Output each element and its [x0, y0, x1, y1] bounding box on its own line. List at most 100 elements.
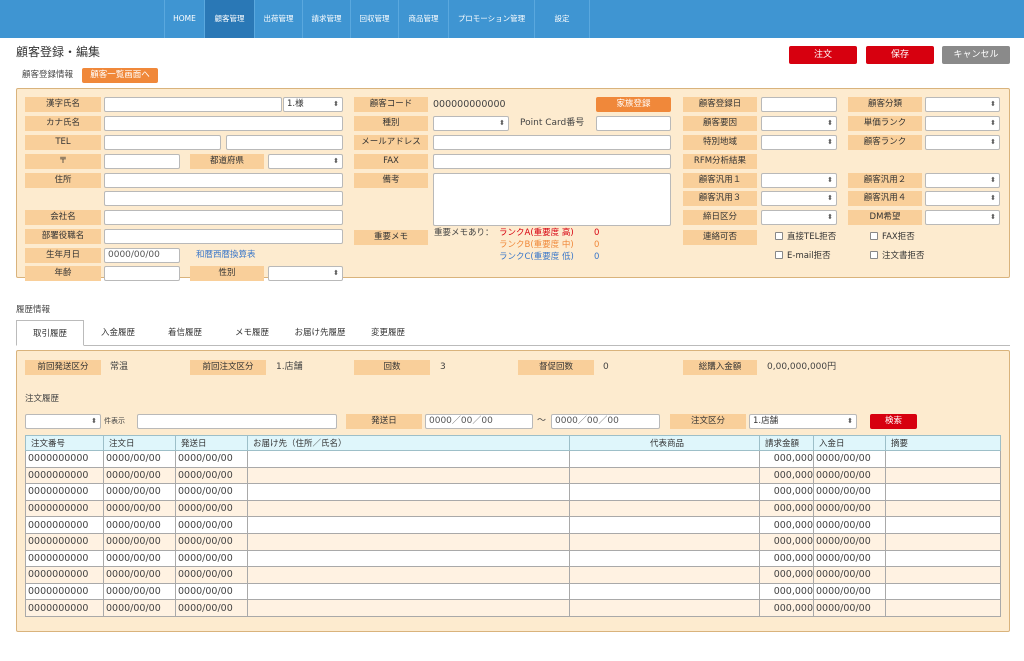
table-cell: 0000/00/00 — [175, 566, 248, 584]
checkbox-icon[interactable] — [870, 251, 878, 259]
kana-name-input[interactable] — [104, 116, 343, 131]
reminder-value: 0 — [603, 362, 609, 372]
tab-delivery[interactable]: お届け先履歴 — [287, 320, 353, 346]
tel-input-1[interactable] — [104, 135, 221, 150]
table-row[interactable]: 0000000000 0000/00/00 0000/00/00 000,000 000… — [25, 516, 1001, 534]
order-kind-select[interactable]: 1.店舗 ⬍ — [749, 414, 857, 429]
department-input[interactable] — [104, 229, 343, 244]
chk-fax[interactable]: FAX拒否 — [870, 231, 915, 244]
table-cell — [885, 566, 1001, 584]
general2-select[interactable]: ⬍ — [925, 173, 1000, 188]
col-ship-date[interactable]: 発送日 — [175, 435, 248, 451]
company-input[interactable] — [104, 210, 343, 225]
table-row[interactable]: 0000000000 0000/00/00 0000/00/00 000,000 000… — [25, 549, 1001, 568]
col-remarks[interactable]: 摘要 — [885, 435, 1001, 451]
tab-changes[interactable]: 変更履歴 — [358, 320, 418, 346]
factor-select[interactable]: ⬍ — [761, 116, 837, 131]
age-input[interactable] — [104, 266, 180, 281]
select-arrow-icon: ⬍ — [990, 194, 996, 202]
prefecture-select[interactable]: ⬍ — [268, 154, 343, 169]
col-payment-date[interactable]: 入金日 — [813, 435, 886, 451]
table-cell: 0000/00/00 — [813, 466, 886, 485]
fax-input[interactable] — [433, 154, 671, 169]
table-cell — [885, 599, 1001, 617]
general1-select[interactable]: ⬍ — [761, 173, 837, 188]
rank-a-text[interactable]: ランクA(重要度 高) — [499, 227, 574, 239]
dm-select[interactable]: ⬍ — [925, 210, 1000, 225]
col-order-no[interactable]: 注文番号 — [25, 435, 104, 451]
general4-select[interactable]: ⬍ — [925, 191, 1000, 206]
rank-c-text[interactable]: ランクC(重要度 低) — [499, 251, 574, 263]
search-button[interactable]: 検索 — [870, 414, 917, 429]
tab-payments[interactable]: 入金履歴 — [88, 320, 148, 346]
date-to-input[interactable]: 0000／00／00 — [551, 414, 660, 429]
type-select[interactable]: ⬍ — [433, 116, 509, 131]
nav-collection[interactable]: 回収管理 — [350, 0, 398, 38]
closing-select[interactable]: ⬍ — [761, 210, 837, 225]
nav-settings[interactable]: 設定 — [534, 0, 590, 38]
checkbox-icon[interactable] — [870, 232, 878, 240]
special-area-select[interactable]: ⬍ — [761, 135, 837, 150]
table-cell — [885, 466, 1001, 485]
tab-transactions[interactable]: 取引履歴 — [16, 320, 84, 346]
per-page-select[interactable]: ⬍ — [25, 414, 101, 429]
chk-direct-tel[interactable]: 直接TEL拒否 — [775, 231, 836, 244]
date-from-input[interactable]: 0000／00／00 — [425, 414, 533, 429]
cancel-button[interactable]: キャンセル — [942, 46, 1010, 64]
birthdate-input[interactable]: 0000/00/00 — [104, 248, 180, 263]
customer-rank-select[interactable]: ⬍ — [925, 135, 1000, 150]
chk-email[interactable]: E-mail拒否 — [775, 250, 831, 263]
category-select[interactable]: ⬍ — [925, 97, 1000, 112]
rank-b-text[interactable]: ランクB(重要度 中) — [499, 239, 574, 251]
tab-calls[interactable]: 着信履歴 — [155, 320, 215, 346]
nav-shipping[interactable]: 出荷管理 — [254, 0, 302, 38]
general3-select[interactable]: ⬍ — [761, 191, 837, 206]
rfm-label: RFM分析結果 — [683, 154, 757, 169]
table-row[interactable]: 0000000000 0000/00/00 0000/00/00 000,000 000… — [25, 599, 1001, 617]
checkbox-icon[interactable] — [775, 251, 783, 259]
address-input-2[interactable] — [104, 191, 343, 206]
table-row[interactable]: 0000000000 0000/00/00 0000/00/00 000,000 000… — [25, 483, 1001, 501]
tel-input-2[interactable] — [226, 135, 343, 150]
email-input[interactable] — [433, 135, 671, 150]
nav-home[interactable]: HOME — [164, 0, 204, 38]
honorific-select[interactable]: 1.様 ⬍ — [283, 97, 343, 112]
family-register-button[interactable]: 家族登録 — [596, 97, 671, 112]
table-row[interactable]: 0000000000 0000/00/00 0000/00/00 000,000 000… — [25, 499, 1001, 518]
col-product[interactable]: 代表商品 — [569, 435, 760, 451]
nav-promotion[interactable]: プロモーション管理 — [448, 0, 534, 38]
point-card-input[interactable] — [596, 116, 671, 131]
prev-order-label: 前回注文区分 — [190, 360, 266, 375]
nav-customer[interactable]: 顧客管理 — [204, 0, 254, 38]
save-button[interactable]: 保存 — [866, 46, 934, 64]
customer-code-value: 000000000000 — [433, 99, 506, 110]
birthdate-label: 生年月日 — [25, 248, 101, 263]
era-convert-link[interactable]: 和暦西暦換算表 — [196, 248, 256, 263]
keyword-input[interactable] — [137, 414, 337, 429]
table-row[interactable]: 0000000000 0000/00/00 0000/00/00 000,000 000… — [25, 532, 1001, 551]
table-row[interactable]: 0000000000 0000/00/00 0000/00/00 000,000 000… — [25, 566, 1001, 584]
price-rank-select[interactable]: ⬍ — [925, 116, 1000, 131]
postal-input[interactable] — [104, 154, 180, 169]
customer-list-button[interactable]: 顧客一覧画面へ — [82, 68, 158, 83]
checkbox-icon[interactable] — [775, 232, 783, 240]
tab-memos[interactable]: メモ履歴 — [222, 320, 282, 346]
order-button[interactable]: 注文 — [789, 46, 857, 64]
chk-order-form[interactable]: 注文書拒否 — [870, 250, 925, 263]
col-destination[interactable]: お届け先（住所／氏名） — [247, 435, 570, 451]
nav-billing[interactable]: 請求管理 — [302, 0, 350, 38]
col-amount[interactable]: 請求金額 — [759, 435, 814, 451]
table-row[interactable]: 0000000000 0000/00/00 0000/00/00 000,000 000… — [25, 582, 1001, 601]
kanji-name-input[interactable] — [104, 97, 282, 112]
chk-fax-label: FAX拒否 — [882, 232, 915, 242]
table-cell: 0000000000 — [25, 532, 104, 551]
table-row[interactable]: 0000000000 0000/00/00 0000/00/00 000,000 000… — [25, 450, 1001, 468]
nav-products[interactable]: 商品管理 — [398, 0, 448, 38]
gender-select[interactable]: ⬍ — [268, 266, 343, 281]
reg-date-input[interactable] — [761, 97, 837, 112]
col-order-date[interactable]: 注文日 — [103, 435, 176, 451]
table-row[interactable]: 0000000000 0000/00/00 0000/00/00 000,000 000… — [25, 466, 1001, 485]
address-input-1[interactable] — [104, 173, 343, 188]
table-cell: 000,000 — [759, 466, 814, 485]
notes-textarea[interactable] — [433, 173, 671, 226]
